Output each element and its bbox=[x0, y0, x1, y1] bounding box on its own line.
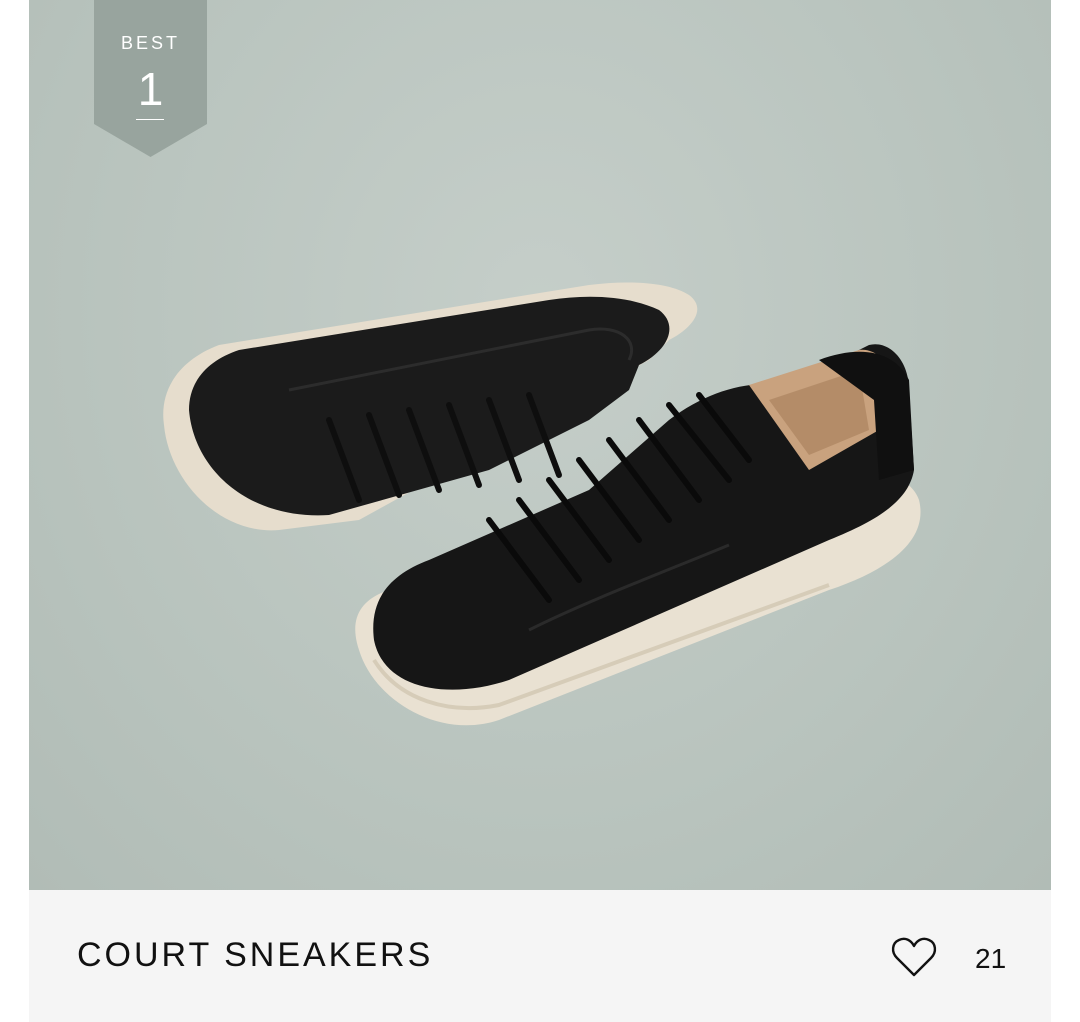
like-button[interactable] bbox=[889, 932, 939, 982]
badge-label: BEST bbox=[120, 33, 180, 53]
badge-divider bbox=[136, 119, 164, 120]
product-name[interactable]: COURT SNEAKERS bbox=[77, 936, 433, 975]
like-count: 21 bbox=[975, 943, 1007, 974]
badge-rank: 1 bbox=[137, 63, 164, 115]
product-info-bar: COURT SNEAKERS 21 bbox=[29, 890, 1051, 1022]
bestseller-badge: BEST 1 bbox=[94, 0, 207, 157]
product-image[interactable]: BEST 1 bbox=[29, 0, 1051, 890]
product-card[interactable]: BEST 1 COURT SNEAKERS 21 bbox=[29, 0, 1051, 1022]
heart-outline-icon bbox=[891, 937, 937, 977]
